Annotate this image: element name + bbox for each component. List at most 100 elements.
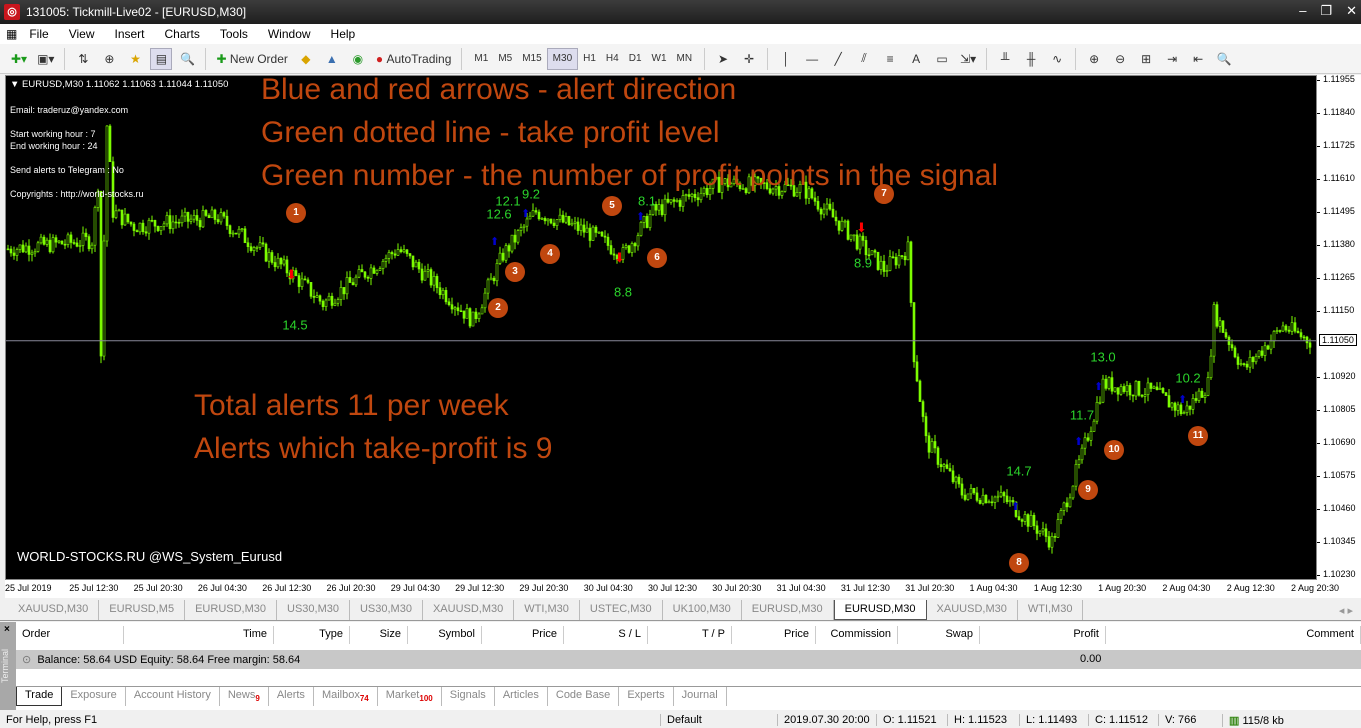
timeframe-h1[interactable]: H1 bbox=[578, 48, 601, 70]
terminal-tab-journal[interactable]: Journal bbox=[674, 687, 727, 706]
label-icon[interactable]: ▭ bbox=[931, 48, 953, 70]
tester-button[interactable]: 🔍 bbox=[176, 48, 198, 70]
price-chart[interactable]: ▼ EURUSD,M30 1.11062 1.11063 1.11044 1.1… bbox=[5, 75, 1317, 580]
minimize-button[interactable]: – bbox=[1299, 3, 1306, 19]
vertical-line-icon[interactable]: │ bbox=[775, 48, 797, 70]
candle-body bbox=[45, 239, 49, 245]
signals-button[interactable]: ▲ bbox=[321, 48, 343, 70]
cursor-icon[interactable]: ➤ bbox=[712, 48, 734, 70]
timeframe-m1[interactable]: M1 bbox=[469, 48, 493, 70]
text-icon[interactable]: A bbox=[905, 48, 927, 70]
crosshair-icon[interactable]: ✛ bbox=[738, 48, 760, 70]
candlestick-icon[interactable]: ╫ bbox=[1020, 48, 1042, 70]
tile-windows-icon[interactable]: ⊞ bbox=[1135, 48, 1157, 70]
tab-scroll-arrows-icon[interactable]: ◂ ▸ bbox=[1339, 604, 1353, 617]
timeframe-d1[interactable]: D1 bbox=[624, 48, 647, 70]
terminal-button[interactable]: ▤ bbox=[150, 47, 173, 70]
column-header[interactable]: Swap bbox=[898, 626, 980, 644]
column-header[interactable]: Order bbox=[16, 626, 124, 644]
navigator-button[interactable]: ★ bbox=[124, 48, 146, 70]
chart-tab[interactable]: USTEC,M30 bbox=[580, 600, 663, 620]
column-header[interactable]: Commission bbox=[816, 626, 898, 644]
autotrading-button[interactable]: ● AutoTrading bbox=[373, 48, 455, 70]
channel-icon[interactable]: ⫽ bbox=[853, 48, 875, 70]
chart-tab[interactable]: EURUSD,M30 bbox=[833, 600, 927, 620]
menu-view[interactable]: View bbox=[59, 27, 105, 41]
maximize-button[interactable]: ❐ bbox=[1320, 3, 1332, 19]
price-axis[interactable]: 1.11955 1.11840 1.11725 1.11610 1.11495 1.113… bbox=[1317, 74, 1361, 580]
menu-window[interactable]: Window bbox=[258, 27, 321, 41]
trendline-icon[interactable]: ╱ bbox=[827, 48, 849, 70]
chart-tab[interactable]: XAUUSD,M30 bbox=[927, 600, 1018, 620]
bar-chart-icon[interactable]: ╨ bbox=[994, 48, 1016, 70]
candle-body bbox=[213, 209, 217, 220]
menu-tools[interactable]: Tools bbox=[210, 27, 258, 41]
terminal-tab-exposure[interactable]: Exposure bbox=[62, 687, 126, 706]
chart-tab[interactable]: EURUSD,M30 bbox=[742, 600, 834, 620]
column-header[interactable]: Symbol bbox=[408, 626, 482, 644]
chart-tab[interactable]: XAUUSD,M30 bbox=[8, 600, 100, 620]
terminal-tab-code-base[interactable]: Code Base bbox=[548, 687, 620, 706]
vps-button[interactable]: ◉ bbox=[347, 48, 369, 70]
autoscroll-icon[interactable]: ⇥ bbox=[1161, 48, 1183, 70]
column-header[interactable]: Profit bbox=[980, 626, 1106, 644]
new-order-button[interactable]: ✚ New Order bbox=[213, 48, 290, 70]
terminal-tab-experts[interactable]: Experts bbox=[619, 687, 674, 706]
metaeditor-button[interactable]: ◆ bbox=[295, 48, 317, 70]
chart-tab[interactable]: US30,M30 bbox=[277, 600, 350, 620]
profiles-button[interactable]: ▣▾ bbox=[34, 48, 57, 70]
terminal-tab-articles[interactable]: Articles bbox=[495, 687, 548, 706]
terminal-tab-account-history[interactable]: Account History bbox=[126, 687, 220, 706]
menu-insert[interactable]: Insert bbox=[104, 27, 154, 41]
zoom-out-icon[interactable]: ⊖ bbox=[1109, 48, 1131, 70]
chart-tab[interactable]: UK100,M30 bbox=[663, 600, 742, 620]
terminal-close-icon[interactable]: × bbox=[4, 624, 10, 635]
market-watch-button[interactable]: ⇅ bbox=[72, 48, 94, 70]
column-header[interactable]: Time bbox=[124, 626, 274, 644]
terminal-tab-trade[interactable]: Trade bbox=[16, 687, 63, 706]
candle-body bbox=[216, 219, 220, 223]
new-chart-button[interactable]: ✚▾ bbox=[8, 48, 30, 70]
zoom-in-icon[interactable]: ⊕ bbox=[1083, 48, 1105, 70]
column-header[interactable]: Size bbox=[350, 626, 408, 644]
column-header[interactable]: S / L bbox=[564, 626, 648, 644]
crosshair-data-button[interactable]: ⊕ bbox=[98, 48, 120, 70]
column-header[interactable]: T / P bbox=[648, 626, 732, 644]
status-profile[interactable]: Default bbox=[660, 714, 702, 726]
chart-tab[interactable]: XAUUSD,M30 bbox=[423, 600, 515, 620]
timeframe-h4[interactable]: H4 bbox=[601, 48, 624, 70]
chart-menu-icon[interactable]: ▼ bbox=[10, 79, 19, 90]
column-header[interactable]: Price bbox=[732, 626, 816, 644]
column-header[interactable]: Price bbox=[482, 626, 564, 644]
timeframe-mn[interactable]: MN bbox=[672, 48, 698, 70]
terminal-tab-alerts[interactable]: Alerts bbox=[269, 687, 314, 706]
chart-tab[interactable]: EURUSD,M5 bbox=[99, 600, 186, 620]
terminal-tab-market[interactable]: Market100 bbox=[378, 687, 442, 706]
menu-help[interactable]: Help bbox=[321, 27, 366, 41]
timeframe-m30[interactable]: M30 bbox=[546, 47, 579, 70]
candle-body bbox=[921, 401, 925, 417]
chart-tab[interactable]: EURUSD,M30 bbox=[185, 600, 277, 620]
chart-shift-icon[interactable]: ⇤ bbox=[1187, 48, 1209, 70]
fibonacci-icon[interactable]: ≡ bbox=[879, 48, 901, 70]
timeframe-m15[interactable]: M15 bbox=[517, 48, 546, 70]
close-button[interactable]: ✕ bbox=[1346, 3, 1357, 19]
column-header[interactable]: Type bbox=[274, 626, 350, 644]
chart-tab[interactable]: US30,M30 bbox=[350, 600, 423, 620]
arrows-icon[interactable]: ⇲▾ bbox=[957, 48, 979, 70]
column-header[interactable]: Comment bbox=[1106, 626, 1361, 644]
line-chart-icon[interactable]: ∿ bbox=[1046, 48, 1068, 70]
timeframe-m5[interactable]: M5 bbox=[493, 48, 517, 70]
chart-tab[interactable]: WTI,M30 bbox=[514, 600, 580, 620]
terminal-tab-mailbox[interactable]: Mailbox74 bbox=[314, 687, 378, 706]
menu-file[interactable]: File bbox=[19, 27, 58, 41]
horizontal-line-icon[interactable]: — bbox=[801, 48, 823, 70]
search-icon[interactable]: 🔍 bbox=[1213, 48, 1235, 70]
time-axis[interactable]: 25 Jul 2019 25 Jul 12:30 25 Jul 20:30 26 Ju… bbox=[5, 580, 1361, 598]
timeframe-w1[interactable]: W1 bbox=[647, 48, 672, 70]
terminal-tab-news[interactable]: News9 bbox=[220, 687, 269, 706]
chart-tab[interactable]: WTI,M30 bbox=[1018, 600, 1084, 620]
terminal-tab-signals[interactable]: Signals bbox=[442, 687, 495, 706]
candle-body bbox=[639, 222, 643, 236]
menu-charts[interactable]: Charts bbox=[155, 27, 210, 41]
